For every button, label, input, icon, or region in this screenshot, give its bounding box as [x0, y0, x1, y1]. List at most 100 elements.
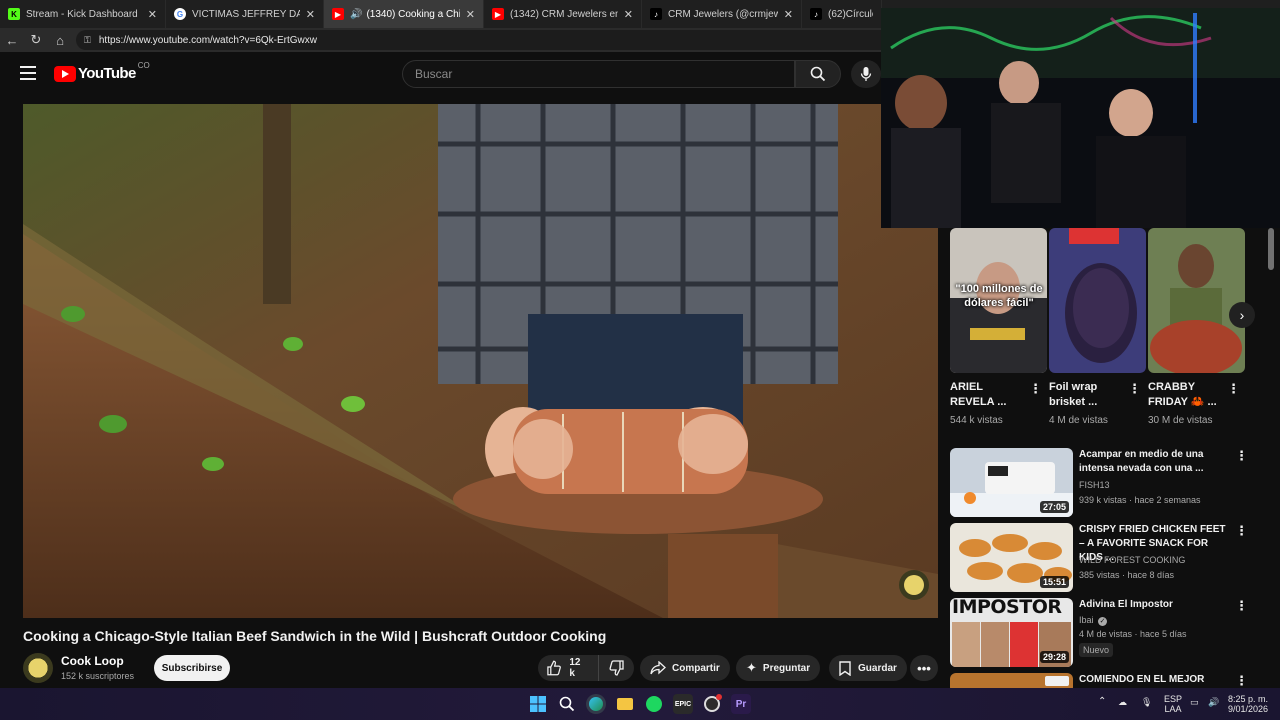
- recommended-video[interactable]: COMIENDO EN EL MEJOR ⋮: [950, 673, 1250, 688]
- close-icon[interactable]: ✕: [466, 8, 475, 21]
- more-horizontal-icon: •••: [917, 660, 931, 676]
- video-player[interactable]: [23, 104, 938, 618]
- search-button[interactable]: [795, 60, 841, 88]
- speaker-icon[interactable]: 🔊: [350, 9, 362, 20]
- video-duration: 27:05: [1039, 501, 1069, 513]
- video-thumbnail[interactable]: 15:51: [950, 523, 1073, 592]
- tab-tiktok-circulo[interactable]: ♪ (62)Círculo Cerra: [802, 0, 882, 28]
- epic-games-icon[interactable]: EPIC: [673, 694, 693, 714]
- recommended-video[interactable]: IMPOSTOR 29:28 Adivina El Impostor Ibai …: [950, 598, 1250, 668]
- windows-start-icon[interactable]: [528, 694, 548, 714]
- edge-icon[interactable]: [586, 694, 606, 714]
- short-thumbnail[interactable]: [1049, 228, 1146, 373]
- short-card[interactable]: "100 millones de dólares fácil" ARIEL RE…: [950, 228, 1047, 426]
- thumbnail-overlay-text: IMPOSTOR: [952, 598, 1062, 618]
- more-vertical-icon[interactable]: ⋮: [1235, 523, 1248, 539]
- more-actions-button[interactable]: •••: [910, 655, 938, 681]
- like-button[interactable]: 12 k: [538, 655, 598, 681]
- short-card[interactable]: CRABBY FRIDAY 🦀 ... ⋮ 30 M de vistas: [1148, 228, 1245, 426]
- chevron-up-icon[interactable]: ⌃: [1098, 697, 1106, 707]
- share-icon: [650, 661, 666, 675]
- short-card[interactable]: Foil wrap brisket ... ⋮ 4 M de vistas: [1049, 228, 1146, 426]
- bookmark-icon: [839, 660, 851, 676]
- video-title: Adivina El Impostor: [1079, 599, 1173, 610]
- voice-search-button[interactable]: [851, 60, 881, 88]
- recommended-video[interactable]: 27:05 Acampar en medio de una intensa ne…: [950, 448, 1250, 518]
- cloud-icon[interactable]: ☁: [1118, 697, 1127, 707]
- video-channel[interactable]: WILD FOREST COOKING: [1079, 555, 1185, 565]
- short-thumbnail-image: [1049, 228, 1146, 373]
- video-channel-row[interactable]: Ibai ✓: [1079, 615, 1108, 626]
- recommended-video[interactable]: 15:51 CRISPY FRIED CHICKEN FEET – A FAVO…: [950, 523, 1250, 593]
- url-field[interactable]: ⚿ https://www.youtube.com/watch?v=6Qk-Er…: [76, 30, 896, 50]
- search-icon[interactable]: [557, 694, 577, 714]
- short-title: ARIEL REVELA ...: [950, 381, 1007, 408]
- language-code: ESP: [1164, 694, 1183, 704]
- premiere-icon[interactable]: Pr: [731, 694, 751, 714]
- video-thumbnail[interactable]: 27:05: [950, 448, 1073, 517]
- tab-google-search[interactable]: G VICTIMAS JEFFREY DAHMER - Bus ✕: [166, 0, 324, 28]
- verified-icon: ✓: [1098, 617, 1108, 626]
- tab-youtube-crm[interactable]: ▶ (1342) CRM Jewelers en Español - ✕: [484, 0, 642, 28]
- kick-icon: K: [8, 8, 20, 20]
- channel-avatar[interactable]: [23, 653, 53, 683]
- country-code: CO: [137, 61, 150, 70]
- home-icon[interactable]: ⌂: [48, 28, 72, 52]
- video-thumbnail[interactable]: [950, 673, 1073, 688]
- edge-glyph: [589, 697, 603, 711]
- tab-title: CRM Jewelers (@crmjewelers) | Ti: [668, 8, 778, 20]
- short-views: 30 M de vistas: [1148, 415, 1213, 426]
- video-thumbnail[interactable]: IMPOSTOR 29:28: [950, 598, 1073, 667]
- recording-dot-icon: [716, 694, 722, 700]
- ask-button[interactable]: ✦ Preguntar: [736, 655, 821, 681]
- epic-label: EPIC: [674, 700, 692, 708]
- back-icon[interactable]: ←: [0, 28, 24, 52]
- hamburger-menu-icon[interactable]: [20, 66, 36, 80]
- dislike-button[interactable]: [598, 655, 634, 681]
- obs-icon[interactable]: [702, 694, 722, 714]
- clock-time: 8:25 p. m.: [1227, 694, 1269, 704]
- close-icon[interactable]: ✕: [624, 8, 633, 21]
- premiere-label: Pr: [735, 698, 747, 710]
- more-vertical-icon[interactable]: ⋮: [1235, 673, 1248, 688]
- ask-label: Preguntar: [762, 662, 811, 674]
- video-meta: 939 k vistas · hace 2 semanas: [1079, 495, 1201, 505]
- more-vertical-icon[interactable]: ⋮: [1227, 381, 1240, 397]
- network-icon[interactable]: ▭: [1190, 697, 1199, 707]
- youtube-logo[interactable]: YouTube CO: [54, 61, 150, 82]
- tab-title: Stream - Kick Dashboard: [26, 8, 138, 20]
- microphone-icon[interactable]: 🎙: [1141, 697, 1152, 707]
- tab-title: VICTIMAS JEFFREY DAHMER - Bus: [192, 8, 300, 20]
- language-indicator[interactable]: ESP LAA: [1164, 694, 1182, 714]
- more-vertical-icon[interactable]: ⋮: [1029, 381, 1042, 397]
- close-icon[interactable]: ✕: [784, 8, 793, 21]
- more-vertical-icon[interactable]: ⋮: [1235, 448, 1248, 464]
- close-icon[interactable]: ✕: [306, 8, 315, 21]
- spotify-icon[interactable]: [644, 694, 664, 714]
- volume-icon[interactable]: 🔊: [1208, 697, 1219, 707]
- search-input[interactable]: Buscar: [402, 60, 795, 88]
- shorts-next-button[interactable]: ›: [1229, 302, 1255, 328]
- channel-name[interactable]: Cook Loop: [61, 654, 124, 668]
- video-duration: 15:51: [1039, 576, 1069, 588]
- sidebar-scrollbar[interactable]: [1268, 228, 1274, 270]
- more-vertical-icon[interactable]: ⋮: [1128, 381, 1141, 397]
- video-duration: 29:28: [1039, 651, 1069, 663]
- more-vertical-icon[interactable]: ⋮: [1235, 598, 1248, 614]
- tab-kick-dashboard[interactable]: K Stream - Kick Dashboard ✕: [0, 0, 166, 28]
- close-icon[interactable]: ✕: [148, 8, 157, 21]
- tab-tiktok-crm[interactable]: ♪ CRM Jewelers (@crmjewelers) | Ti ✕: [642, 0, 802, 28]
- chevron-right-icon: ›: [1239, 307, 1245, 323]
- subscribe-button[interactable]: Subscribirse: [154, 655, 230, 681]
- reload-icon[interactable]: ↻: [24, 28, 48, 52]
- share-button[interactable]: Compartir: [640, 655, 730, 681]
- save-button[interactable]: Guardar: [829, 655, 907, 681]
- short-thumbnail[interactable]: [1148, 228, 1245, 373]
- file-explorer-icon[interactable]: [615, 694, 635, 714]
- clock[interactable]: 8:25 p. m. 9/01/2026: [1224, 694, 1272, 714]
- thumbs-down-icon: [608, 660, 624, 676]
- search-placeholder: Buscar: [415, 67, 453, 81]
- site-info-icon[interactable]: ⚿: [84, 35, 91, 46]
- video-channel[interactable]: FISH13: [1079, 480, 1110, 490]
- tab-youtube-cooking[interactable]: ▶ 🔊 (1340) Cooking a Chicago-Sty ✕: [324, 0, 484, 28]
